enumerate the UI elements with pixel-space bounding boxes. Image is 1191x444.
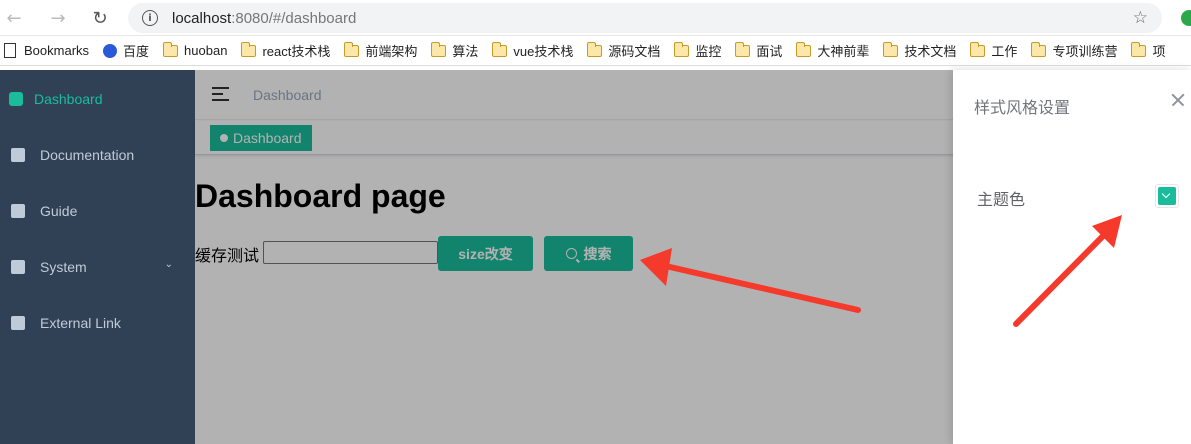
sidebar: Dashboard Documentation Guide System ⌄ E…	[0, 70, 195, 444]
bookmark-item[interactable]: vue技术栈	[491, 41, 574, 60]
folder-icon	[795, 41, 812, 57]
bookmark-label: 算法	[452, 44, 479, 59]
bookmark-label: 工作	[991, 44, 1018, 59]
baidu-icon	[103, 43, 118, 58]
theme-color-picker[interactable]	[1155, 184, 1179, 208]
browser-toolbar: ← → ↻ i localhost:8080/#/dashboard ☆	[0, 0, 1191, 36]
bookmark-label: 面试	[756, 44, 783, 59]
forward-arrow-icon[interactable]: →	[46, 6, 70, 30]
folder-icon	[343, 41, 360, 57]
document-icon	[11, 148, 25, 162]
bookmark-label: 百度	[123, 44, 150, 59]
bookmark-label: react技术栈	[262, 44, 331, 59]
chevron-down-icon: ⌄	[164, 259, 173, 270]
folder-icon	[162, 41, 179, 57]
folder-icon	[240, 41, 257, 57]
paper-plane-icon	[11, 204, 25, 218]
bookmark-item[interactable]: huoban	[162, 41, 228, 58]
extension-icon[interactable]	[1181, 10, 1191, 26]
bookmark-label: Bookmarks	[24, 43, 90, 58]
bookmark-item[interactable]: 面试	[734, 41, 783, 60]
bookmark-item[interactable]: 监控	[673, 41, 722, 60]
bookmark-item[interactable]: 源码文档	[586, 41, 661, 60]
folder-icon	[734, 41, 751, 57]
folder-icon	[1130, 41, 1147, 57]
sidebar-item-guide[interactable]: Guide	[0, 183, 195, 239]
bookmark-star-icon[interactable]: ☆	[1133, 8, 1148, 28]
folder-icon	[673, 41, 690, 57]
bookmark-item[interactable]: 专项训练营	[1030, 41, 1118, 60]
bookmark-item[interactable]: react技术栈	[240, 41, 331, 60]
close-icon[interactable]	[1168, 90, 1188, 110]
bookmark-label: 项	[1152, 44, 1166, 59]
bookmark-label: huoban	[184, 43, 228, 58]
bookmark-item[interactable]: 项	[1130, 41, 1166, 60]
bookmark-item[interactable]: 大神前辈	[795, 41, 870, 60]
bookmark-label: 监控	[695, 44, 722, 59]
bookmark-label: 专项训练营	[1052, 44, 1118, 59]
sidebar-item-external-link[interactable]: External Link	[0, 295, 195, 351]
folder-icon	[1030, 41, 1047, 57]
sidebar-item-dashboard[interactable]: Dashboard	[0, 71, 195, 127]
bookmarks-bar: Bookmarks 百度 huoban react技术栈 前端架构 算法 vue技术栈 源码文…	[0, 36, 1191, 66]
folder-icon	[430, 41, 447, 57]
bookmark-item[interactable]: 算法	[430, 41, 479, 60]
chevron-down-icon	[1158, 187, 1176, 205]
url-text[interactable]: localhost:8080/#/dashboard	[172, 10, 356, 27]
sidebar-item-system[interactable]: System ⌄	[0, 239, 195, 295]
info-icon[interactable]: i	[142, 10, 158, 26]
settings-drawer: 样式风格设置 主题色	[953, 70, 1191, 444]
reload-icon[interactable]: ↻	[88, 6, 112, 30]
bookmark-label: 前端架构	[365, 44, 418, 59]
bookmark-item[interactable]: 百度	[103, 41, 149, 60]
folder-icon	[969, 41, 986, 57]
sidebar-item-documentation[interactable]: Documentation	[0, 127, 195, 183]
app: Dashboard Documentation Guide System ⌄ E…	[0, 70, 1191, 444]
external-link-icon	[11, 316, 25, 330]
bookmark-label: vue技术栈	[513, 44, 574, 59]
bookmark-item[interactable]: 前端架构	[343, 41, 418, 60]
page-icon	[4, 43, 16, 58]
address-bar[interactable]: i localhost:8080/#/dashboard ☆	[128, 3, 1162, 33]
dashboard-icon	[9, 92, 23, 106]
sidebar-item-label: Guide	[40, 203, 78, 219]
bookmark-label: 大神前辈	[817, 44, 870, 59]
bookmark-item[interactable]: Bookmarks	[4, 43, 89, 58]
lock-icon	[11, 260, 25, 274]
sidebar-item-label: External Link	[40, 315, 121, 331]
sidebar-item-label: Documentation	[40, 147, 135, 163]
bookmark-item[interactable]: 工作	[969, 41, 1018, 60]
sidebar-item-label: System	[40, 259, 87, 275]
bookmark-label: 技术文档	[904, 44, 957, 59]
sidebar-item-label: Dashboard	[34, 91, 103, 107]
theme-color-label: 主题色	[977, 192, 1026, 209]
back-arrow-icon[interactable]: ←	[2, 6, 26, 30]
folder-icon	[491, 41, 508, 57]
bookmark-label: 源码文档	[608, 44, 661, 59]
folder-icon	[882, 41, 899, 57]
bookmark-item[interactable]: 技术文档	[882, 41, 957, 60]
drawer-title: 样式风格设置	[974, 100, 1071, 117]
folder-icon	[586, 41, 603, 57]
